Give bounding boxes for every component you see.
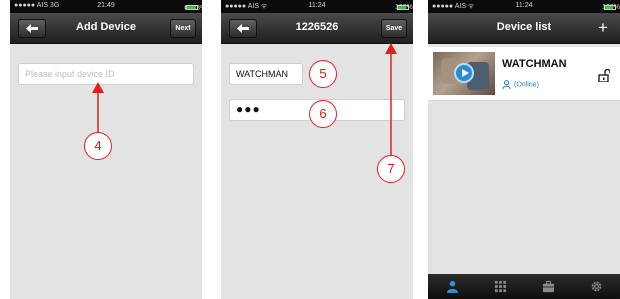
nav-bar: Device list + [428,13,620,44]
gear-icon [591,281,601,292]
status-time: 11:24 [515,2,533,9]
battery-icon [604,4,616,10]
callout-5: 5 [309,60,337,88]
callout-arrow [92,82,104,137]
user-icon [502,80,511,89]
tab-grid[interactable] [476,274,524,299]
device-status: (Online) [502,80,539,89]
tab-devices[interactable] [428,274,476,299]
device-list-item[interactable]: WATCHMAN (Online) [428,47,620,101]
battery-text: ⚉ 83% [184,4,202,12]
status-bar: ●●●●● AIS ᯤ 11:24 100% [428,0,620,13]
toolbox-icon [542,280,554,293]
battery-icon [397,4,409,10]
tab-settings[interactable] [572,274,620,299]
status-time: 21:49 [97,2,115,9]
tab-bar [428,274,620,299]
callout-7: 7 [377,155,405,183]
nav-bar: Add Device Next [10,13,202,44]
status-bar: ●●●●● AIS 3G 21:49 ⚉ 83% [10,0,202,13]
camera-thumbnail[interactable] [433,52,495,95]
add-device-screen: ●●●●● AIS 3G 21:49 ⚉ 83% Add Device Next… [10,0,202,299]
device-name-field[interactable]: WATCHMAN [229,63,303,85]
add-device-button[interactable]: + [592,19,614,38]
status-time: 11:24 [308,2,326,9]
save-button[interactable]: Save [381,19,407,38]
callout-4: 4 [84,132,112,160]
callout-arrow [385,43,397,159]
device-settings-screen: ●●●●● AIS ᯤ 11:24 100% 1226526 Save WATC… [221,0,413,299]
user-icon [446,280,458,293]
device-name: WATCHMAN [502,58,567,70]
nav-bar: 1226526 Save [221,13,413,44]
battery-text: 100% [602,4,620,11]
tab-toolbox[interactable] [524,274,572,299]
callout-6: 6 [309,100,337,128]
grid-icon [494,280,506,293]
unlock-icon[interactable] [598,69,610,82]
battery-text: 100% [395,4,413,11]
device-list-screen: ●●●●● AIS ᯤ 11:24 100% Device list + WAT… [428,0,620,299]
status-bar: ●●●●● AIS ᯤ 11:24 100% [221,0,413,13]
next-button[interactable]: Next [170,19,196,38]
play-icon[interactable] [454,63,474,83]
battery-icon [186,4,198,10]
